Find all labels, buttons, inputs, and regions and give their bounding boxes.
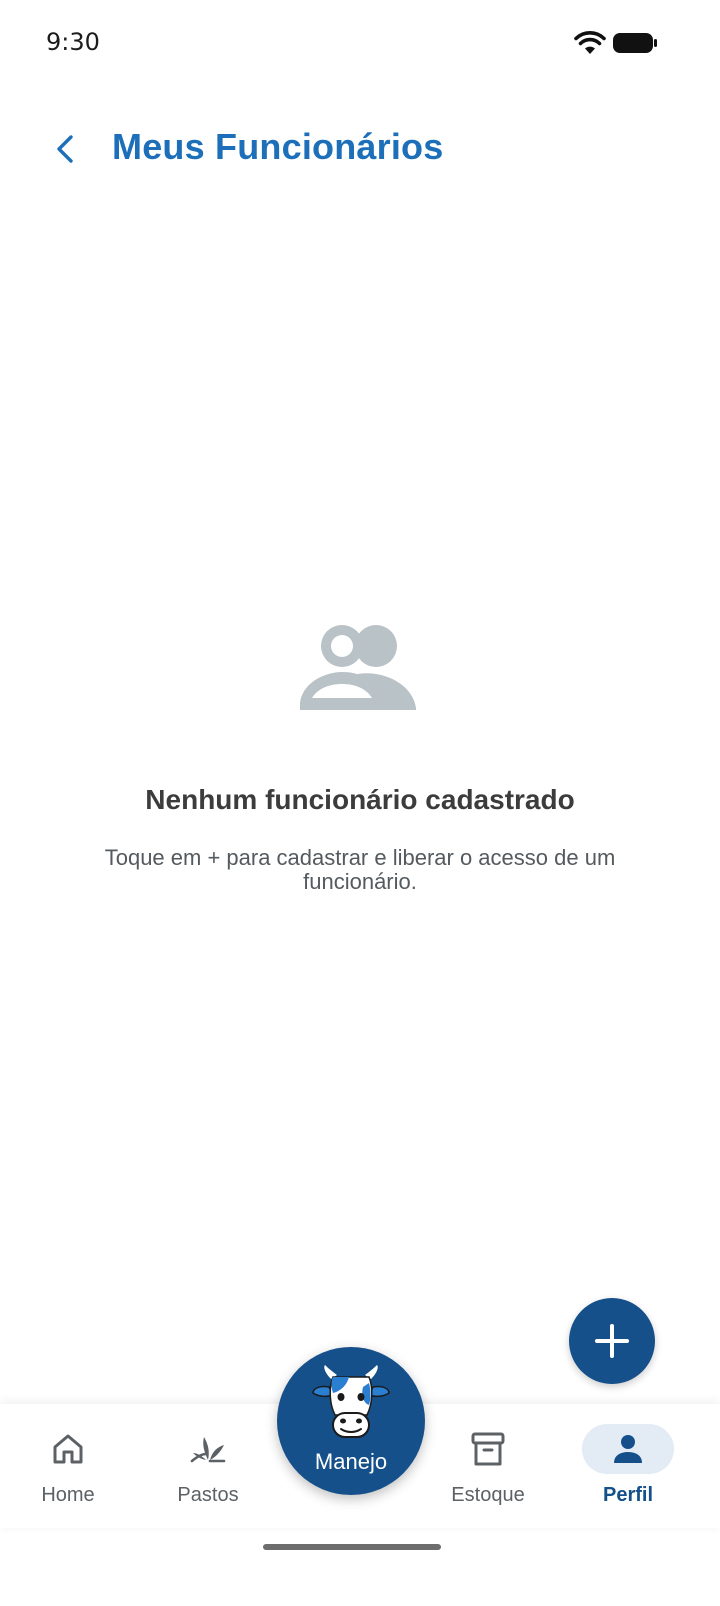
status-time: 9:30 — [46, 28, 100, 56]
nav-item-estoque[interactable]: Estoque — [418, 1404, 558, 1528]
empty-state: Nenhum funcionário cadastrado Toque em +… — [0, 620, 720, 894]
nav-label-manejo: Manejo — [314, 1449, 388, 1474]
back-button[interactable] — [38, 122, 92, 176]
nav-item-home[interactable]: Home — [0, 1404, 138, 1528]
plus-icon — [595, 1324, 629, 1358]
manejo-button[interactable]: Manejo — [277, 1347, 425, 1495]
nav-item-perfil[interactable]: Perfil — [558, 1404, 698, 1528]
home-icon — [53, 1434, 83, 1464]
app-header: Meus Funcionários — [0, 110, 720, 190]
empty-state-description: Toque em + para cadastrar e liberar o ac… — [104, 845, 616, 894]
add-employee-button[interactable] — [569, 1298, 655, 1384]
page-title: Meus Funcionários — [112, 126, 444, 167]
chevron-left-icon — [57, 135, 73, 163]
nav-item-pastos[interactable]: Pastos — [138, 1404, 278, 1528]
cow-icon — [312, 1365, 390, 1438]
wifi-icon — [574, 31, 606, 54]
empty-state-title: Nenhum funcionário cadastrado — [145, 784, 575, 815]
battery-icon — [613, 33, 657, 53]
screen: 9:30 Meus Funcionários Nenhum funcionári… — [0, 0, 720, 1606]
nav-label-perfil: Perfil — [602, 1484, 654, 1506]
home-indicator[interactable] — [263, 1544, 441, 1550]
people-icon — [300, 625, 416, 710]
nav-label-pastos: Pastos — [177, 1484, 239, 1506]
archive-icon — [471, 1432, 505, 1466]
grass-icon — [190, 1437, 226, 1463]
nav-label-home: Home — [41, 1484, 95, 1506]
person-icon — [614, 1435, 642, 1463]
nav-label-estoque: Estoque — [451, 1484, 525, 1506]
status-bar: 9:30 — [0, 0, 720, 88]
